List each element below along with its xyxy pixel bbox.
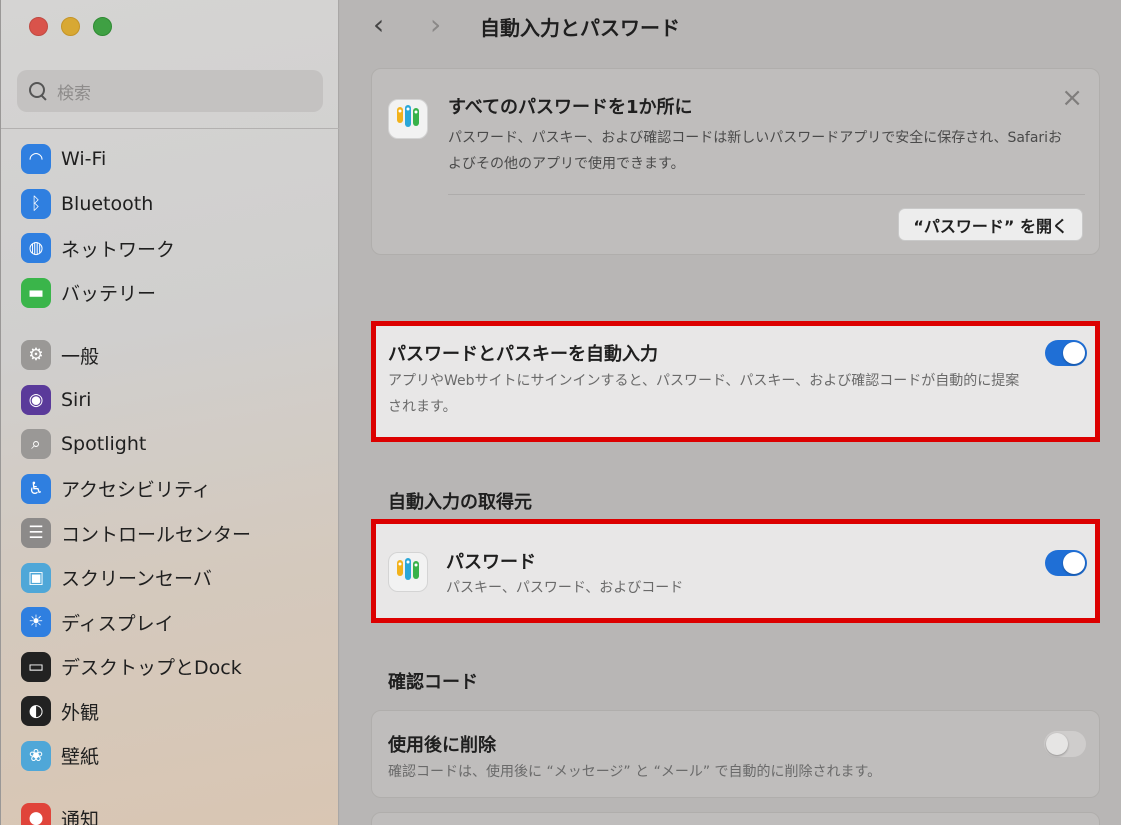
sources-heading: 自動入力の取得元 <box>388 492 532 513</box>
sidebar-item-label: Siri <box>61 388 92 411</box>
sidebar-item[interactable]: ▭ デスクトップとDock <box>21 645 331 690</box>
main-pane: ‹ › 自動入力とパスワード すべてのパスワードを1か所に パスワード、パスキー… <box>340 0 1121 825</box>
search-placeholder: 検索 <box>57 83 91 104</box>
sidebar: 検索 ◠ Wi-Fi ᛒ Bluetooth ◍ ネットワーク ▬ バッテリー ⚙ 一般 ◉ Siri… <box>1 0 339 825</box>
sidebar-item-label: 通知 <box>61 808 100 825</box>
sidebar-item[interactable]: ☀ ディスプレイ <box>21 600 331 645</box>
delete-after-use-description: 確認コードは、使用後に “メッセージ” と “メール” で自動的に削除されます。 <box>388 764 882 780</box>
sidebar-item[interactable]: ◉ Siri <box>21 378 331 423</box>
sidebar-divider <box>1 128 339 129</box>
settings-window: 検索 ◠ Wi-Fi ᛒ Bluetooth ◍ ネットワーク ▬ バッテリー ⚙ 一般 ◉ Siri… <box>0 0 1121 825</box>
notifications-icon: ● <box>21 803 51 825</box>
passwords-app-icon <box>388 99 428 139</box>
sidebar-item[interactable]: ● 通知 <box>21 796 331 825</box>
sidebar-item[interactable]: ❀ 壁紙 <box>21 734 331 779</box>
sidebar-item-label: アクセシビリティ <box>61 479 211 502</box>
sidebar-item[interactable]: ⚙ 一般 <box>21 333 331 378</box>
dock-icon: ▭ <box>21 651 51 682</box>
autofill-row: パスワードとパスキーを自動入力 アプリやWebサイトにサインインすると、パスワー… <box>376 326 1095 437</box>
next-settings-row <box>371 812 1100 825</box>
sidebar-item-label: バッテリー <box>61 283 157 306</box>
search-field[interactable]: 検索 <box>17 70 323 112</box>
passwords-source-title: パスワード <box>446 552 536 573</box>
appearance-icon: ◐ <box>21 696 51 727</box>
toolbar: ‹ › 自動入力とパスワード <box>340 0 1121 52</box>
sidebar-item[interactable]: ◍ ネットワーク <box>21 226 331 271</box>
close-icon[interactable]: × <box>1061 83 1083 113</box>
zoom-window-button[interactable] <box>93 17 112 36</box>
globe-icon: ◍ <box>21 233 51 264</box>
open-passwords-button[interactable]: “パスワード” を開く <box>898 208 1083 241</box>
toggle-knob <box>1046 733 1068 755</box>
minimize-window-button[interactable] <box>61 17 80 36</box>
passwords-source-row: パスワード パスキー、パスワード、およびコード <box>376 524 1095 618</box>
search-icon <box>27 80 49 102</box>
passwords-app-banner: すべてのパスワードを1か所に パスワード、パスキー、および確認コードは新しいパス… <box>371 68 1100 255</box>
sidebar-item-label: Wi-Fi <box>61 148 107 171</box>
delete-after-use-title: 使用後に削除 <box>388 735 496 756</box>
sidebar-item-label: Spotlight <box>61 433 147 456</box>
codes-heading: 確認コード <box>388 672 478 693</box>
sidebar-item[interactable]: ᛒ Bluetooth <box>21 182 331 227</box>
sidebar-list: ◠ Wi-Fi ᛒ Bluetooth ◍ ネットワーク ▬ バッテリー ⚙ 一般 ◉ Siri ⌕ Sp… <box>21 137 331 825</box>
bluetooth-icon: ᛒ <box>21 188 51 219</box>
display-icon: ☀ <box>21 607 51 638</box>
sidebar-item-label: 一般 <box>61 345 100 368</box>
page-title: 自動入力とパスワード <box>480 16 680 40</box>
window-controls <box>29 17 112 36</box>
autofill-title: パスワードとパスキーを自動入力 <box>388 344 658 365</box>
back-chevron-icon[interactable]: ‹ <box>373 8 384 41</box>
sidebar-item[interactable]: ⌕ Spotlight <box>21 422 331 467</box>
accessibility-icon: ♿ <box>21 473 51 504</box>
autofill-toggle[interactable] <box>1045 340 1087 366</box>
passwords-source-subtitle: パスキー、パスワード、およびコード <box>446 580 684 596</box>
sidebar-item-label: Bluetooth <box>61 192 154 215</box>
battery-icon: ▬ <box>21 277 51 308</box>
gear-icon: ⚙ <box>21 340 51 371</box>
sidebar-item[interactable]: ♿ アクセシビリティ <box>21 467 331 512</box>
passwords-source-icon <box>388 552 428 592</box>
wallpaper-icon: ❀ <box>21 740 51 771</box>
sidebar-item[interactable]: ☰ コントロールセンター <box>21 511 331 556</box>
autofill-description: アプリやWebサイトにサインインすると、パスワード、パスキー、および確認コードが… <box>388 373 1020 415</box>
sidebar-item-label: コントロールセンター <box>61 523 252 546</box>
sidebar-item-label: ネットワーク <box>61 238 176 261</box>
spotlight-icon: ⌕ <box>21 429 51 460</box>
siri-icon: ◉ <box>21 384 51 415</box>
sidebar-item[interactable]: ▬ バッテリー <box>21 271 331 316</box>
delete-after-use-row: 使用後に削除 確認コードは、使用後に “メッセージ” と “メール” で自動的に… <box>371 710 1100 798</box>
forward-chevron-icon[interactable]: › <box>430 8 441 41</box>
banner-title: すべてのパスワードを1か所に <box>448 97 693 118</box>
sidebar-item-label: スクリーンセーバ <box>61 568 212 591</box>
close-window-button[interactable] <box>29 17 48 36</box>
toggle-knob <box>1063 342 1085 364</box>
banner-divider <box>448 194 1085 195</box>
delete-after-use-toggle[interactable] <box>1044 731 1086 757</box>
sidebar-item-label: 外観 <box>61 701 100 724</box>
toggle-knob <box>1063 552 1085 574</box>
sidebar-item[interactable]: ▣ スクリーンセーバ <box>21 556 331 601</box>
sidebar-item[interactable]: ◐ 外観 <box>21 689 331 734</box>
screensaver-icon: ▣ <box>21 562 51 593</box>
sidebar-item-label: 壁紙 <box>61 746 100 769</box>
sidebar-item-label: ディスプレイ <box>61 612 174 635</box>
sidebar-item-label: デスクトップとDock <box>61 657 242 680</box>
banner-description: パスワード、パスキー、および確認コードは新しいパスワードアプリで安全に保存され、… <box>448 130 1063 172</box>
control-center-icon: ☰ <box>21 518 51 549</box>
sidebar-item[interactable]: ◠ Wi-Fi <box>21 137 331 182</box>
passwords-source-toggle[interactable] <box>1045 550 1087 576</box>
wifi-icon: ◠ <box>21 144 51 175</box>
